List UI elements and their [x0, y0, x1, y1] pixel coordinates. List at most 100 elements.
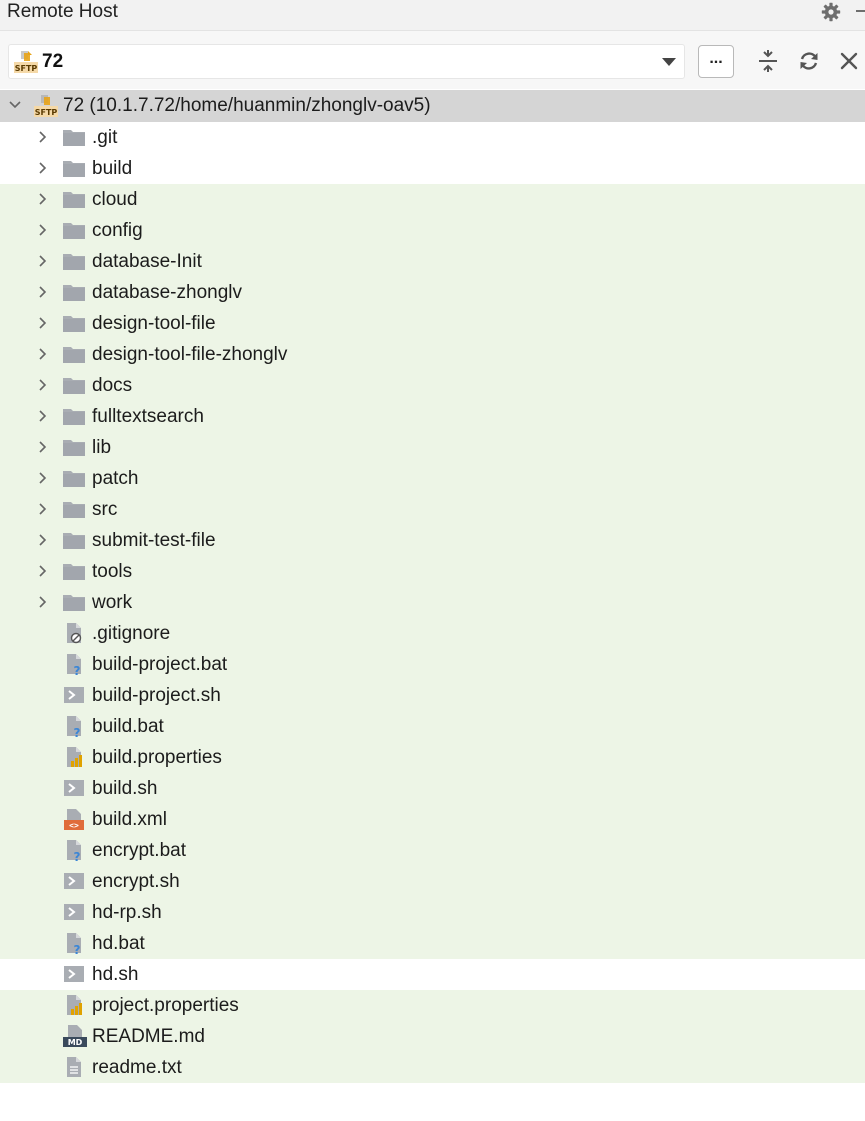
chevron-right-icon[interactable] — [36, 192, 50, 206]
chevron-right-icon[interactable] — [36, 533, 50, 547]
chevron-down-icon[interactable] — [8, 98, 22, 112]
folder-icon — [62, 375, 86, 400]
tree-item-label: tools — [92, 561, 133, 582]
close-icon[interactable] — [836, 48, 862, 74]
chevron-right-icon[interactable] — [36, 254, 50, 268]
chevron-right-icon[interactable] — [36, 595, 50, 609]
folder-icon — [62, 406, 86, 431]
tree-folder-row[interactable]: design-tool-file-zhonglv — [0, 339, 865, 370]
tree-item-label: encrypt.bat — [92, 840, 186, 861]
tree-folder-row[interactable]: build — [0, 153, 865, 184]
chevron-right-icon[interactable] — [36, 502, 50, 516]
chevron-right-icon[interactable] — [36, 161, 50, 175]
tree-item-label: patch — [92, 468, 139, 489]
chevron-right-icon[interactable] — [36, 564, 50, 578]
refresh-icon[interactable] — [796, 48, 822, 74]
tree-folder-row[interactable]: src — [0, 494, 865, 525]
tree-file-row[interactable]: hd-rp.sh — [0, 897, 865, 928]
folder-icon — [62, 561, 86, 586]
tree-folder-row[interactable]: submit-test-file — [0, 525, 865, 556]
tree-file-row[interactable]: .gitignore — [0, 618, 865, 649]
chevron-right-icon[interactable] — [36, 409, 50, 423]
tree-folder-row[interactable]: database-Init — [0, 246, 865, 277]
folder-icon — [62, 313, 86, 338]
tree-folder-row[interactable]: work — [0, 587, 865, 618]
tree-item-label: build-project.sh — [92, 685, 221, 706]
tree-item-label: build — [92, 158, 133, 179]
tree-file-row[interactable]: MD README.md — [0, 1021, 865, 1052]
svg-text:?: ? — [74, 943, 81, 955]
tree-folder-row[interactable]: .git — [0, 122, 865, 153]
tree-item-label: README.md — [92, 1026, 205, 1047]
tree-item-label: fulltextsearch — [92, 406, 204, 427]
tree-root[interactable]: SFTP 72 (10.1.7.72/home/huanmin/zhonglv-… — [0, 90, 865, 122]
svg-text:SFTP: SFTP — [15, 64, 38, 73]
folder-icon — [62, 592, 86, 617]
tree-item-label: design-tool-file-zhonglv — [92, 344, 288, 365]
tree-file-row[interactable]: ? hd.bat — [0, 928, 865, 959]
tree-file-row[interactable]: <> build.xml — [0, 804, 865, 835]
minus-icon[interactable] — [856, 10, 865, 12]
text-file-icon — [62, 1055, 86, 1084]
tree-folder-row[interactable]: config — [0, 215, 865, 246]
chevron-right-icon[interactable] — [36, 378, 50, 392]
tree-file-row[interactable]: build.sh — [0, 773, 865, 804]
ignore-file-icon — [62, 621, 86, 650]
chevron-right-icon[interactable] — [36, 471, 50, 485]
gear-icon[interactable] — [818, 0, 844, 25]
tree-folder-row[interactable]: design-tool-file — [0, 308, 865, 339]
tree-item-label: encrypt.sh — [92, 871, 180, 892]
tree-file-row[interactable]: project.properties — [0, 990, 865, 1021]
tree-folder-row[interactable]: database-zhonglv — [0, 277, 865, 308]
tree-file-row[interactable]: encrypt.sh — [0, 866, 865, 897]
tree-file-row[interactable]: build-project.sh — [0, 680, 865, 711]
chevron-down-icon[interactable] — [662, 58, 676, 66]
unknown-file-icon: ? — [62, 714, 86, 743]
tree-file-row[interactable]: ? encrypt.bat — [0, 835, 865, 866]
svg-text:SFTP: SFTP — [35, 108, 58, 117]
tree-item-label: submit-test-file — [92, 530, 216, 551]
host-select[interactable]: SFTP 72 — [8, 44, 685, 79]
tree-item-label: work — [92, 592, 133, 613]
svg-text:?: ? — [74, 664, 81, 676]
tree-file-row[interactable]: build.properties — [0, 742, 865, 773]
tree-item-label: hd.bat — [92, 933, 145, 954]
panel-title: Remote Host — [7, 1, 118, 22]
collapse-all-icon[interactable] — [755, 48, 781, 74]
shell-file-icon — [62, 776, 86, 805]
tree-file-row[interactable]: readme.txt — [0, 1052, 865, 1083]
tree-file-row[interactable]: ? build.bat — [0, 711, 865, 742]
toolbar: SFTP 72 ... — [0, 31, 865, 89]
tree-item-label: .git — [92, 127, 118, 148]
chevron-right-icon[interactable] — [36, 316, 50, 330]
tree-item-label: src — [92, 499, 118, 520]
chevron-right-icon[interactable] — [36, 130, 50, 144]
tree-folder-row[interactable]: docs — [0, 370, 865, 401]
tree-folder-row[interactable]: cloud — [0, 184, 865, 215]
host-select-value: 72 — [42, 51, 64, 72]
tree-folder-row[interactable]: fulltextsearch — [0, 401, 865, 432]
tree-item-label: hd.sh — [92, 964, 139, 985]
chevron-right-icon[interactable] — [36, 347, 50, 361]
folder-icon — [62, 189, 86, 214]
tree-file-row[interactable]: ? build-project.bat — [0, 649, 865, 680]
tree-item-label: build.xml — [92, 809, 167, 830]
tree-item-label: config — [92, 220, 143, 241]
browse-button[interactable]: ... — [698, 45, 734, 78]
tree-folder-row[interactable]: patch — [0, 463, 865, 494]
shell-file-icon — [62, 869, 86, 898]
properties-file-icon — [62, 745, 86, 774]
svg-text:<>: <> — [69, 821, 79, 830]
chevron-right-icon[interactable] — [36, 285, 50, 299]
chevron-right-icon[interactable] — [36, 440, 50, 454]
tree-item-label: database-zhonglv — [92, 282, 242, 303]
chevron-right-icon[interactable] — [36, 223, 50, 237]
xml-file-icon: <> — [62, 807, 86, 836]
tree-item-label: project.properties — [92, 995, 239, 1016]
sftp-icon: SFTP — [13, 50, 39, 79]
folder-icon — [62, 530, 86, 555]
tree-file-row[interactable]: hd.sh — [0, 959, 865, 990]
tree-folder-row[interactable]: lib — [0, 432, 865, 463]
tree-item-label: build.bat — [92, 716, 164, 737]
tree-folder-row[interactable]: tools — [0, 556, 865, 587]
